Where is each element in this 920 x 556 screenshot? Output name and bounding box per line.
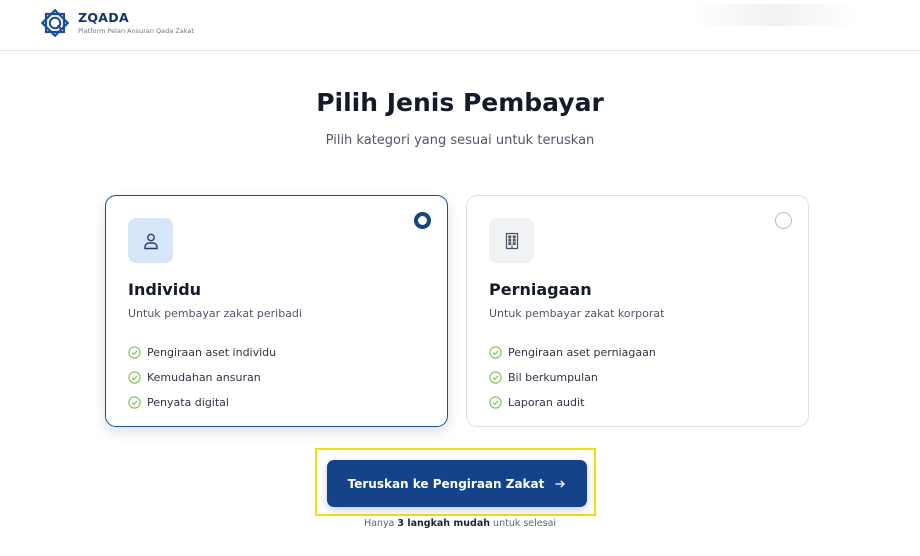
arrow-right-icon [555, 479, 566, 488]
feature-item: Kemudahan ansuran [128, 365, 276, 390]
feature-label: Bil berkumpulan [508, 371, 598, 384]
feature-item: Pengiraan aset perniagaan [489, 340, 656, 365]
option-card-individu[interactable]: Individu Untuk pembayar zakat peribadi P… [105, 195, 448, 427]
brand: ZQADA Platform Pelan Ansuran Qada Zakat [78, 10, 194, 35]
person-icon [128, 218, 173, 263]
check-circle-icon [128, 371, 141, 384]
option-card-perniagaan[interactable]: Perniagaan Untuk pembayar zakat korporat… [466, 195, 809, 427]
option-title: Perniagaan [489, 280, 592, 299]
feature-label: Pengiraan aset individu [147, 346, 277, 359]
footnote-emphasis: 3 langkah mudah [397, 518, 491, 529]
brand-name: ZQADA [78, 10, 129, 25]
radio-perniagaan[interactable] [775, 212, 792, 229]
zqada-logo-icon[interactable] [38, 6, 72, 40]
continue-button[interactable]: Teruskan ke Pengiraan Zakat [327, 460, 587, 507]
feature-label: Laporan audit [508, 396, 585, 409]
feature-label: Pengiraan aset perniagaan [508, 346, 656, 359]
page-subtitle: Pilih kategori yang sesuai untuk teruska… [325, 133, 595, 148]
feature-item: Penyata digital [128, 390, 276, 415]
continue-button-label: Teruskan ke Pengiraan Zakat [347, 476, 545, 491]
option-title: Individu [128, 280, 202, 299]
feature-list: Pengiraan aset perniagaan Bil berkumpula… [489, 340, 656, 415]
feature-item: Laporan audit [489, 390, 656, 415]
footnote-suffix: untuk selesai [493, 518, 557, 529]
check-circle-icon [128, 396, 141, 409]
page-title: Pilih Jenis Pembayar [316, 88, 604, 117]
option-description: Untuk pembayar zakat peribadi [128, 307, 302, 320]
feature-item: Bil berkumpulan [489, 365, 656, 390]
check-circle-icon [489, 346, 502, 359]
building-icon [489, 218, 534, 263]
radio-individu[interactable] [414, 212, 431, 229]
brand-tagline: Platform Pelan Ansuran Qada Zakat [78, 27, 194, 35]
header-right-placeholder [690, 4, 860, 26]
option-description: Untuk pembayar zakat korporat [489, 307, 665, 320]
steps-footnote: Hanya 3 langkah mudah untuk selesai [0, 518, 920, 529]
check-circle-icon [128, 346, 141, 359]
top-header: ZQADA Platform Pelan Ansuran Qada Zakat [0, 0, 920, 51]
feature-item: Pengiraan aset individu [128, 340, 276, 365]
footnote-prefix: Hanya [363, 518, 395, 529]
check-circle-icon [489, 371, 502, 384]
check-circle-icon [489, 396, 502, 409]
feature-label: Penyata digital [147, 396, 229, 409]
feature-list: Pengiraan aset individu Kemudahan ansura… [128, 340, 276, 415]
feature-label: Kemudahan ansuran [147, 371, 261, 384]
